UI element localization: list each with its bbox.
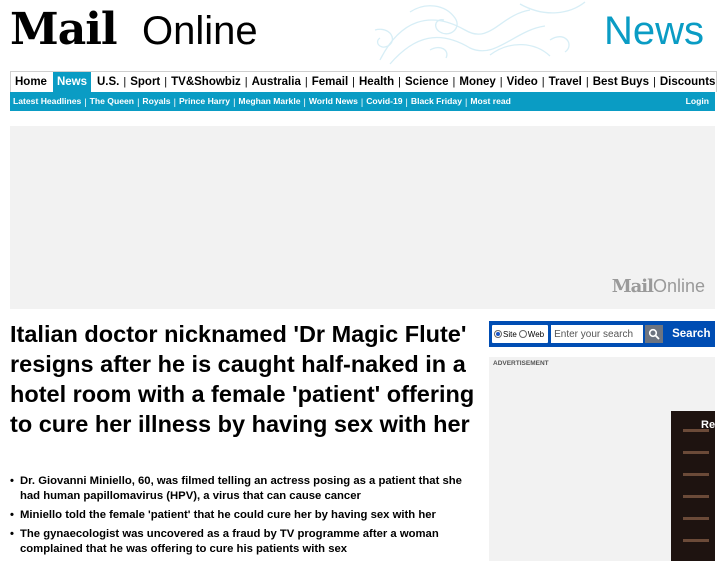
ad-banner-logo: MailOnline bbox=[612, 276, 705, 297]
subnav-item-the-queen[interactable]: The Queen bbox=[87, 92, 137, 111]
nav-item-travel[interactable]: Travel bbox=[545, 72, 586, 92]
search-icon[interactable] bbox=[645, 325, 664, 343]
ad-stripe bbox=[683, 539, 709, 542]
ad-stripe bbox=[683, 517, 709, 520]
search-bar: Site Web Search bbox=[489, 321, 715, 347]
ad-right-text: Rea bbox=[701, 419, 715, 431]
nav-item-science[interactable]: Science bbox=[401, 72, 452, 92]
nav-item-u-s[interactable]: U.S. bbox=[93, 72, 123, 92]
ad-logo-mail: Mail bbox=[611, 276, 654, 297]
search-icon-glyph bbox=[649, 328, 660, 340]
nav-item-health[interactable]: Health bbox=[355, 72, 398, 92]
subnav-item-royals[interactable]: Royals bbox=[139, 92, 173, 111]
web-radio[interactable] bbox=[518, 330, 527, 338]
nav-item-sport[interactable]: Sport bbox=[126, 72, 164, 92]
nav-item-home[interactable]: Home bbox=[11, 72, 51, 92]
login-link[interactable]: Login bbox=[686, 92, 709, 111]
subnav-item-meghan-markle[interactable]: Meghan Markle bbox=[235, 92, 303, 111]
primary-nav: Home News U.S. | Sport | TV&Showbiz | Australia |… bbox=[10, 71, 717, 92]
article-summary-bullets: Dr. Giovanni Miniello, 60, was filmed te… bbox=[10, 474, 475, 561]
site-radio-label: Site bbox=[503, 329, 517, 339]
ad-right-image[interactable]: Rea bbox=[671, 411, 715, 561]
site-radio[interactable] bbox=[494, 330, 502, 338]
summary-bullet: The gynaecologist was uncovered as a fra… bbox=[10, 527, 475, 557]
nav-item-femail[interactable]: Femail bbox=[308, 72, 352, 92]
nav-item-news[interactable]: News bbox=[52, 72, 91, 92]
web-radio-label: Web bbox=[527, 329, 545, 339]
advertisement-label: ADVERTISEMENT bbox=[493, 360, 549, 367]
nav-item-video[interactable]: Video bbox=[503, 72, 542, 92]
masthead: Mail Online News bbox=[0, 0, 720, 66]
secondary-nav: Latest Headlines | The Queen | Royals | Prince… bbox=[10, 92, 715, 111]
section-title: News bbox=[603, 9, 704, 53]
ad-logo-online: Online bbox=[652, 276, 705, 296]
ad-stripe bbox=[683, 451, 709, 454]
ad-right[interactable]: ADVERTISEMENT Rea bbox=[489, 357, 715, 561]
ad-stripe bbox=[683, 473, 709, 476]
nav-item-discounts[interactable]: Discounts bbox=[656, 72, 720, 92]
logo-mail-text: Mail bbox=[10, 4, 118, 55]
subnav-item-prince-harry[interactable]: Prince Harry bbox=[176, 92, 233, 111]
summary-bullet: Miniello told the female 'patient' that … bbox=[10, 508, 475, 523]
logo-online-text: Online bbox=[142, 9, 258, 53]
subnav-item-world-news[interactable]: World News bbox=[306, 92, 361, 111]
nav-item-tv-showbiz[interactable]: TV&Showbiz bbox=[167, 72, 245, 92]
summary-bullet: Dr. Giovanni Miniello, 60, was filmed te… bbox=[10, 474, 475, 504]
nav-item-best-buys[interactable]: Best Buys bbox=[589, 72, 653, 92]
subnav-item-covid-19[interactable]: Covid-19 bbox=[363, 92, 405, 111]
nav-item-money[interactable]: Money bbox=[455, 72, 499, 92]
search-button[interactable]: Search bbox=[672, 328, 710, 340]
subnav-item-most-read[interactable]: Most read bbox=[467, 92, 514, 111]
subnav-item-latest-headlines[interactable]: Latest Headlines bbox=[10, 92, 84, 111]
ad-stripe bbox=[683, 495, 709, 498]
search-scope-options: Site Web bbox=[492, 325, 549, 343]
search-input[interactable] bbox=[551, 325, 644, 343]
ad-banner[interactable]: MailOnline bbox=[10, 126, 715, 309]
article-headline[interactable]: Italian doctor nicknamed 'Dr Magic Flute… bbox=[10, 319, 475, 439]
nav-item-australia[interactable]: Australia bbox=[248, 72, 305, 92]
subnav-item-black-friday[interactable]: Black Friday bbox=[408, 92, 465, 111]
